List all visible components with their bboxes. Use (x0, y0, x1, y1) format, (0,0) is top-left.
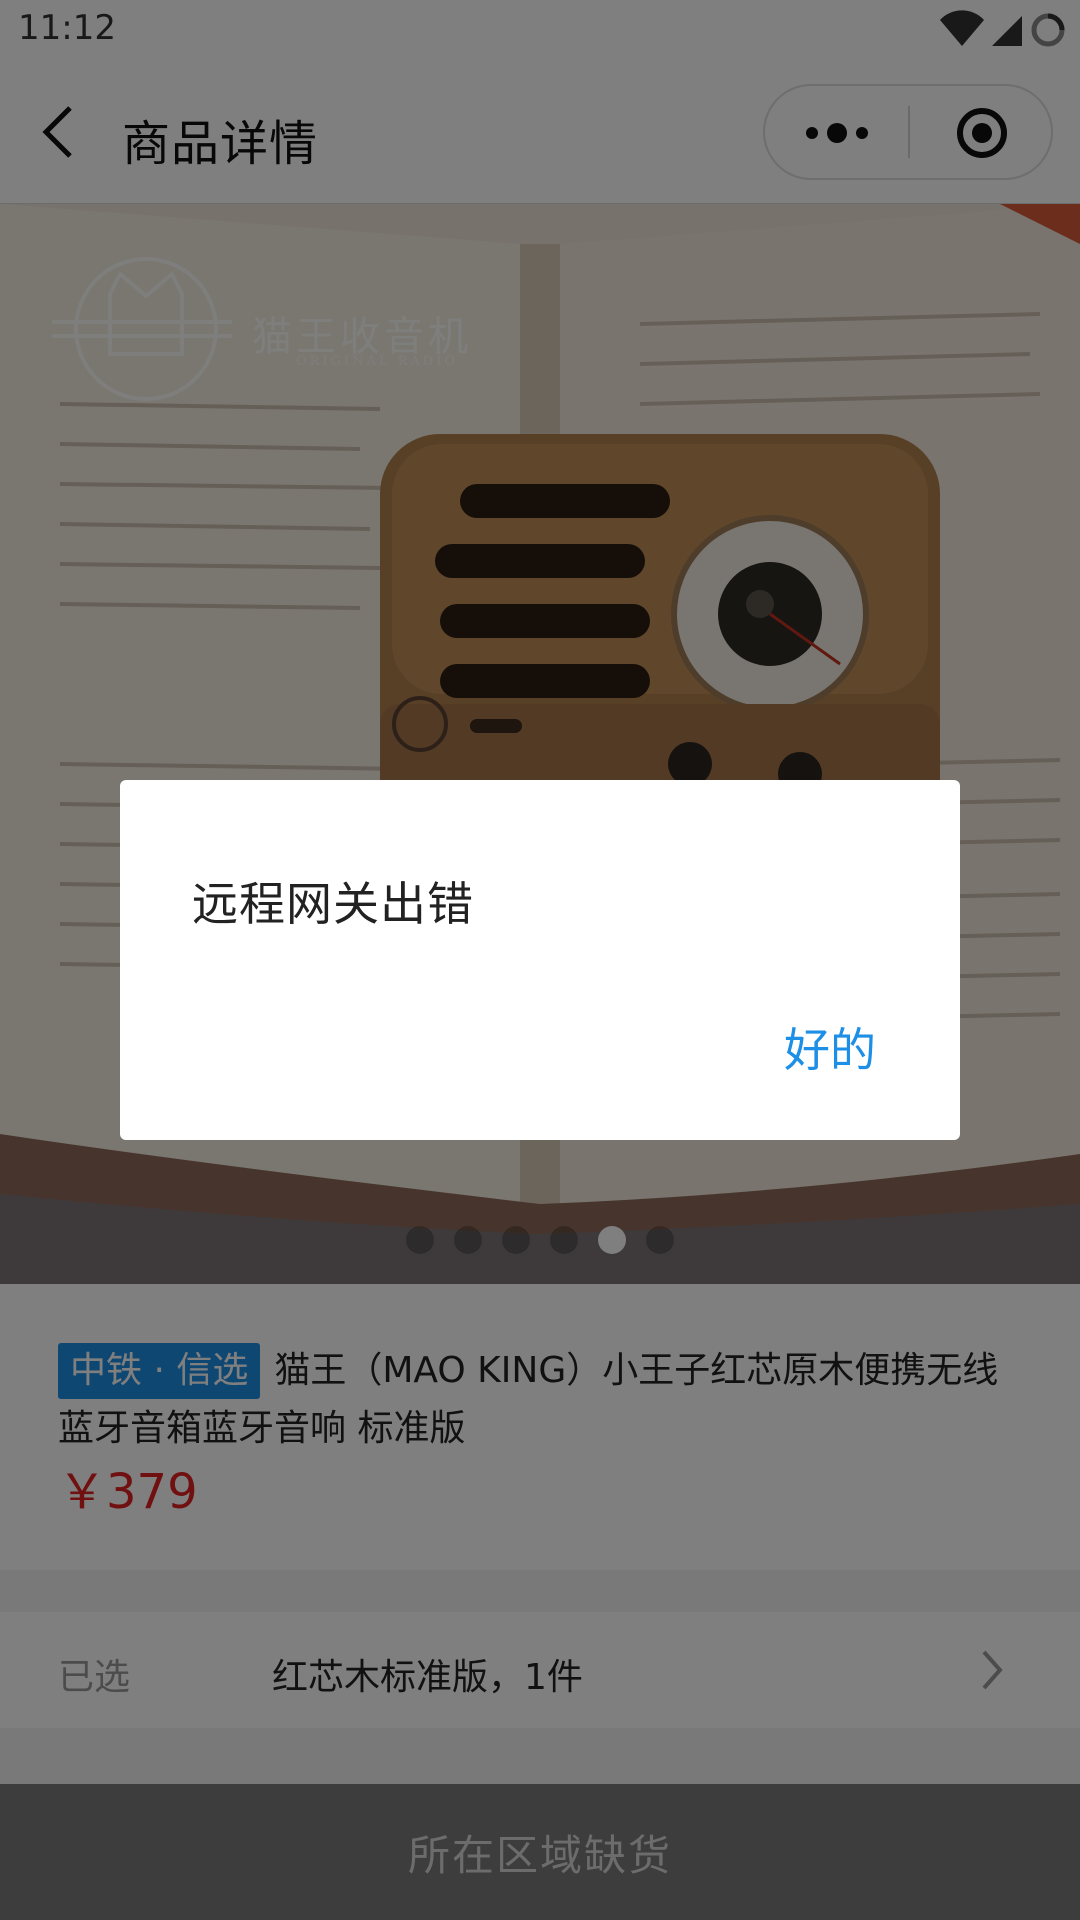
error-dialog: 远程网关出错 好的 (120, 780, 960, 1140)
dialog-ok-button[interactable]: 好的 (760, 1010, 900, 1090)
dialog-message: 远程网关出错 (192, 877, 474, 931)
